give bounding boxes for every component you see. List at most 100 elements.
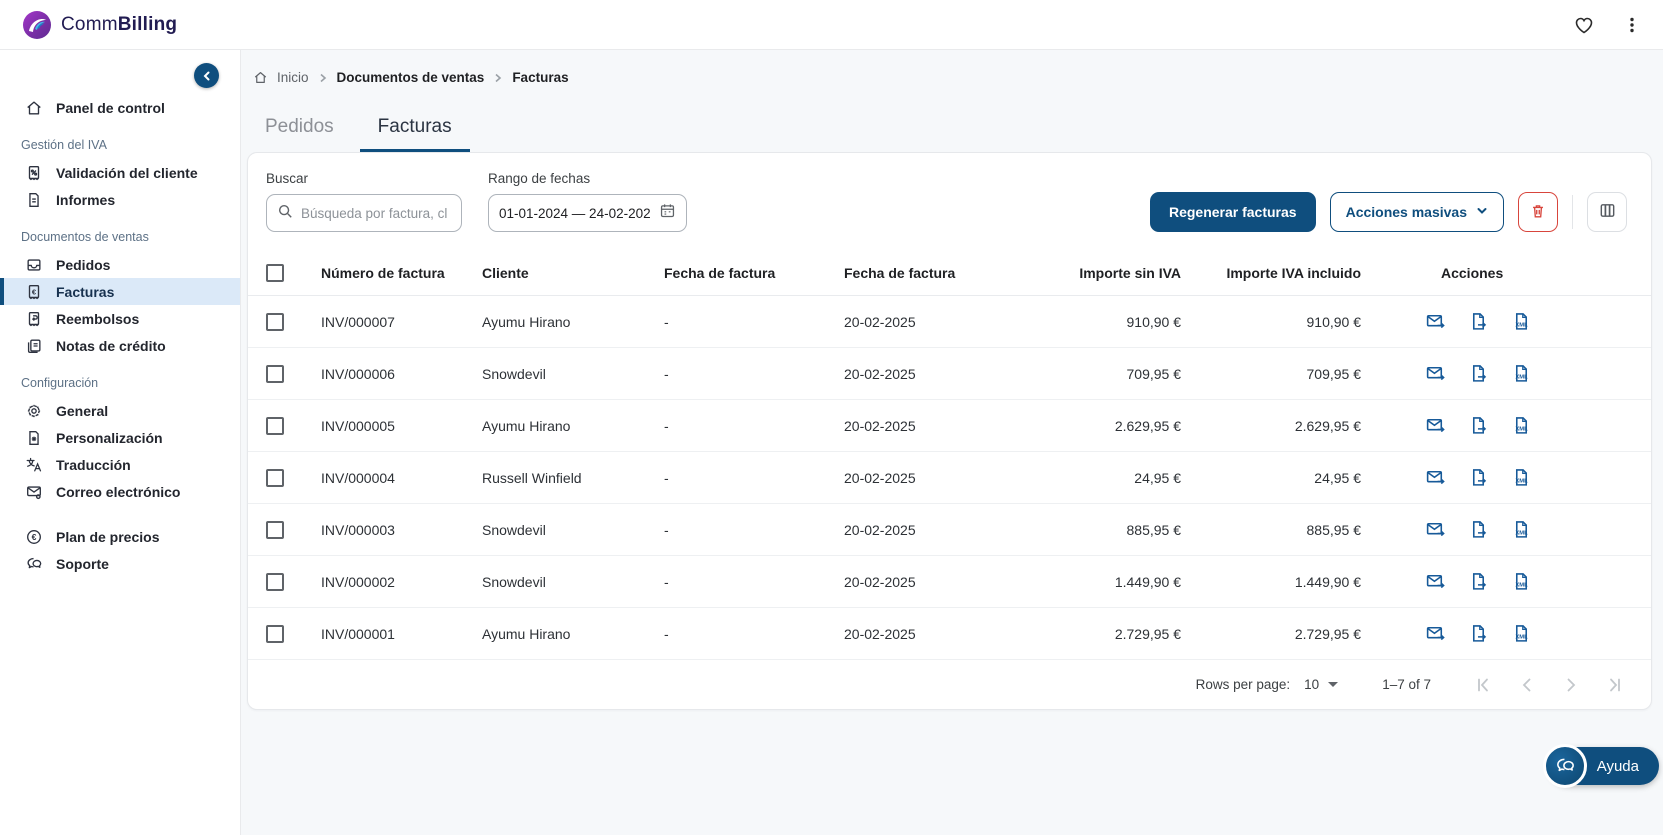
- send-email-icon[interactable]: [1425, 623, 1446, 644]
- sidebar-collapse-button[interactable]: [194, 63, 219, 88]
- sidebar-item-soporte[interactable]: Soporte: [0, 550, 240, 577]
- sidebar-item-correo-electronico[interactable]: Correo electrónico: [0, 478, 240, 505]
- invoice-net-amount: 2.729,95 €: [1003, 607, 1197, 660]
- download-xml-icon[interactable]: XML: [1511, 415, 1532, 436]
- svg-text:XML: XML: [1515, 634, 1528, 640]
- invoice-number: INV/000003: [305, 503, 466, 556]
- tab-pedidos[interactable]: Pedidos: [247, 110, 352, 152]
- tab-facturas[interactable]: Facturas: [359, 110, 470, 152]
- download-xml-icon[interactable]: XML: [1511, 467, 1532, 488]
- date-range-input[interactable]: 01-01-2024 — 24-02-202: [488, 194, 687, 232]
- home-icon: [25, 99, 43, 117]
- sidebar-item-traduccion[interactable]: Traducción: [0, 451, 240, 478]
- svg-text:XML: XML: [1515, 478, 1528, 484]
- row-checkbox[interactable]: [266, 312, 284, 331]
- svg-text:XML: XML: [1515, 530, 1528, 536]
- download-xml-icon[interactable]: XML: [1511, 363, 1532, 384]
- bulk-actions-button[interactable]: Acciones masivas: [1329, 192, 1504, 232]
- export-file-icon[interactable]: [1468, 571, 1489, 592]
- sidebar-item-informes[interactable]: Informes: [0, 186, 240, 213]
- commbilling-logo-icon: [23, 10, 51, 39]
- send-email-icon[interactable]: [1425, 467, 1446, 488]
- breadcrumb-home-icon[interactable]: [253, 70, 268, 85]
- send-email-icon[interactable]: [1425, 311, 1446, 332]
- sidebar-item-panel-de-control[interactable]: Panel de control: [0, 94, 240, 121]
- svg-text:€: €: [32, 287, 37, 296]
- export-file-icon[interactable]: [1468, 623, 1489, 644]
- top-header: CommBilling: [0, 0, 1663, 50]
- invoice-total-amount: 885,95 €: [1197, 503, 1377, 556]
- invoice-number: INV/000006: [305, 347, 466, 400]
- calendar-icon: [659, 202, 676, 224]
- brand-logo: CommBilling: [22, 10, 177, 40]
- customize-icon: [25, 429, 43, 447]
- search-field-group: Buscar: [266, 171, 462, 232]
- invoice-date-2: 20-02-2025: [828, 555, 1003, 608]
- help-button[interactable]: Ayuda: [1542, 744, 1659, 788]
- invoices-card: Buscar Rango de fechas 01-01-2024 — 24-0…: [247, 152, 1652, 710]
- delete-button[interactable]: [1518, 192, 1558, 232]
- breadcrumb-documentos-de-ventas[interactable]: Documentos de ventas: [337, 70, 485, 85]
- previous-page-icon[interactable]: [1517, 675, 1537, 695]
- sidebar-section-configuracion: Configuración: [21, 376, 99, 390]
- rows-per-page-select[interactable]: 10: [1304, 677, 1339, 692]
- invoice-total-amount: 1.449,90 €: [1197, 555, 1377, 608]
- favorites-heart-icon[interactable]: [1573, 14, 1595, 36]
- row-checkbox[interactable]: [266, 624, 284, 643]
- download-xml-icon[interactable]: XML: [1511, 519, 1532, 540]
- chevron-down-icon: [1476, 204, 1488, 220]
- date-range-label: Rango de fechas: [488, 171, 591, 186]
- send-email-icon[interactable]: [1425, 519, 1446, 540]
- regenerate-invoices-button[interactable]: Regenerar facturas: [1149, 192, 1316, 232]
- sidebar-item-personalizacion[interactable]: Personalización: [0, 424, 240, 451]
- sidebar-item-pedidos[interactable]: Pedidos: [0, 251, 240, 278]
- table-row: INV/000003 Snowdevil -20-02-2025 885,95 €88…: [248, 503, 1651, 556]
- filter-toolbar: Buscar Rango de fechas 01-01-2024 — 24-0…: [248, 153, 1651, 250]
- first-page-icon[interactable]: [1473, 675, 1493, 695]
- row-checkbox[interactable]: [266, 364, 284, 383]
- more-menu-kebab-icon[interactable]: [1623, 16, 1641, 34]
- download-xml-icon[interactable]: XML: [1511, 623, 1532, 644]
- export-file-icon[interactable]: [1468, 363, 1489, 384]
- col-header-importe-iva-incluido: Importe IVA incluido: [1197, 250, 1377, 296]
- table-row: INV/000004 Russell Winfield -20-02-2025 24,…: [248, 451, 1651, 504]
- table-row: INV/000001 Ayumu Hirano -20-02-2025 2.729,9…: [248, 607, 1651, 660]
- export-file-icon[interactable]: [1468, 467, 1489, 488]
- row-checkbox[interactable]: [266, 416, 284, 435]
- row-checkbox[interactable]: [266, 468, 284, 487]
- export-file-icon[interactable]: [1468, 311, 1489, 332]
- row-checkbox[interactable]: [266, 520, 284, 539]
- sidebar-section-documentos-de-ventas: Documentos de ventas: [21, 230, 149, 244]
- date-range-field-group: Rango de fechas 01-01-2024 — 24-02-202: [488, 171, 687, 232]
- next-page-icon[interactable]: [1561, 675, 1581, 695]
- last-page-icon[interactable]: [1605, 675, 1625, 695]
- invoice-number: INV/000002: [305, 555, 466, 608]
- send-email-icon[interactable]: [1425, 415, 1446, 436]
- search-input[interactable]: [301, 205, 451, 221]
- invoice-date-2: 20-02-2025: [828, 399, 1003, 452]
- trash-icon: [1529, 202, 1547, 223]
- breadcrumb-facturas[interactable]: Facturas: [512, 70, 568, 85]
- date-range-value: 01-01-2024 — 24-02-202: [499, 205, 651, 221]
- sidebar-item-validacion-del-cliente[interactable]: Validación del cliente: [0, 159, 240, 186]
- send-email-icon[interactable]: [1425, 363, 1446, 384]
- sidebar-item-plan-de-precios[interactable]: € Plan de precios: [0, 523, 240, 550]
- invoice-total-amount: 24,95 €: [1197, 451, 1377, 504]
- chevron-right-icon: [493, 73, 503, 83]
- export-file-icon[interactable]: [1468, 519, 1489, 540]
- sidebar-item-notas-de-credito[interactable]: Notas de crédito: [0, 332, 240, 359]
- breadcrumb-inicio[interactable]: Inicio: [277, 70, 309, 85]
- export-file-icon[interactable]: [1468, 415, 1489, 436]
- svg-text:€: €: [32, 532, 37, 542]
- table-row: INV/000005 Ayumu Hirano -20-02-2025 2.629,9…: [248, 399, 1651, 452]
- send-email-icon[interactable]: [1425, 571, 1446, 592]
- row-checkbox[interactable]: [266, 572, 284, 591]
- invoice-net-amount: 910,90 €: [1003, 295, 1197, 348]
- select-all-checkbox[interactable]: [266, 264, 284, 282]
- download-xml-icon[interactable]: XML: [1511, 571, 1532, 592]
- sidebar-item-general[interactable]: General: [0, 397, 240, 424]
- download-xml-icon[interactable]: XML: [1511, 311, 1532, 332]
- sidebar-item-reembolsos[interactable]: Reembolsos: [0, 305, 240, 332]
- column-settings-button[interactable]: [1587, 192, 1627, 232]
- sidebar-item-facturas[interactable]: € Facturas: [0, 278, 240, 305]
